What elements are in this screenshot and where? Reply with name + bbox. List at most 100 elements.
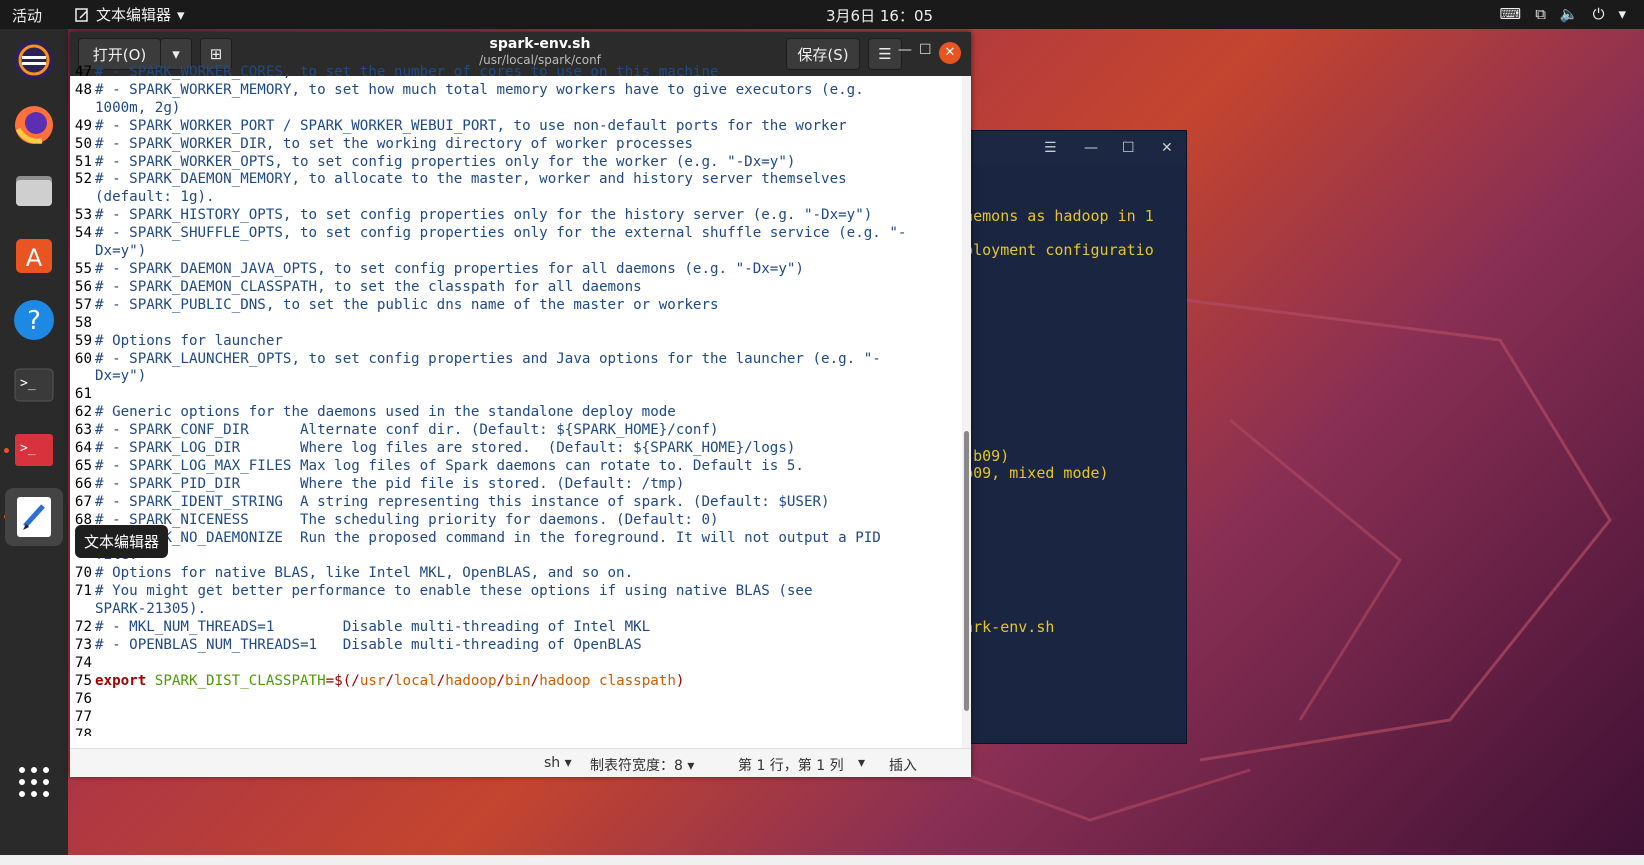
code-line: 68 # - SPARK_NICENESS The scheduling prio… xyxy=(70,512,960,530)
menu-icon[interactable]: ☰ xyxy=(1044,140,1057,156)
code-line-wrap: file. xyxy=(70,547,960,565)
line-number: 78 xyxy=(74,726,92,736)
code-line: 66 # - SPARK_PID_DIR Where the pid file i… xyxy=(70,476,960,494)
text-editor-window[interactable]: 打开(O) ▾ ⊞ spark-env.sh /usr/local/spark/… xyxy=(70,32,971,777)
code-line: 53 # - SPARK_HISTORY_OPTS, to set config … xyxy=(70,207,960,225)
path-separator: / xyxy=(351,672,360,689)
code-line: 65 # - SPARK_LOG_MAX_FILES Max log files … xyxy=(70,458,960,476)
cursor-position[interactable]: 第 1 行，第 1 列 xyxy=(738,755,844,775)
network-icon[interactable]: ⧉ xyxy=(1535,5,1546,23)
path-separator: / xyxy=(436,672,446,689)
line-text-continued: SPARK-21305). xyxy=(95,601,207,618)
code-editor[interactable]: 47 # - SPARK_WORKER_CORES, to set the num… xyxy=(70,64,960,736)
line-text: # - SPARK_SHUFFLE_OPTS, to set config pr… xyxy=(95,225,907,242)
line-number: 63 xyxy=(74,422,92,439)
minimize-icon[interactable]: — xyxy=(898,42,912,58)
line-text: # - SPARK_WORKER_DIR, to set the working… xyxy=(95,135,693,152)
line-text: # Options for launcher xyxy=(95,332,283,349)
code-line: 54 # - SPARK_SHUFFLE_OPTS, to set config … xyxy=(70,225,960,243)
line-number: 66 xyxy=(74,475,92,492)
code-line: 56 # - SPARK_DAEMON_CLASSPATH, to set the… xyxy=(70,279,960,297)
code-line: 57 # - SPARK_PUBLIC_DNS, to set the publi… xyxy=(70,297,960,315)
power-icon[interactable]: ⏻ xyxy=(1593,5,1605,23)
code-line: 62 # Generic options for the daemons used… xyxy=(70,404,960,422)
svg-text:>_: >_ xyxy=(20,376,36,391)
system-tray[interactable]: ⌨ ⧉ 🔈 ⏻ ▾ xyxy=(1500,5,1626,23)
line-text: # - SPARK_NICENESS The scheduling priori… xyxy=(95,511,719,528)
line-number: 53 xyxy=(74,207,92,224)
path-separator: / xyxy=(530,672,540,689)
close-icon[interactable]: ✕ xyxy=(1161,140,1173,156)
line-number: 50 xyxy=(74,135,92,152)
line-text: # - SPARK_PUBLIC_DNS, to set the public … xyxy=(95,296,719,313)
line-number: 76 xyxy=(74,690,92,707)
code-line: 75 export SPARK_DIST_CLASSPATH=$(/usr/loc… xyxy=(70,673,960,691)
line-number: 71 xyxy=(74,583,92,600)
code-line: 73 # - OPENBLAS_NUM_THREADS=1 Disable mul… xyxy=(70,637,960,655)
scrollbar-thumb[interactable] xyxy=(964,431,969,711)
line-text: # Generic options for the daemons used i… xyxy=(95,404,676,421)
chevron-down-icon[interactable]: ▾ xyxy=(858,755,865,771)
line-number: 65 xyxy=(74,457,92,474)
svg-text:A: A xyxy=(26,244,43,272)
code-line: 50 # - SPARK_WORKER_DIR, to set the worki… xyxy=(70,136,960,154)
activities-button[interactable]: 活动 xyxy=(12,5,42,26)
app-menu[interactable]: 文本编辑器 ▾ xyxy=(74,4,185,25)
maximize-icon[interactable]: ☐ xyxy=(1122,140,1135,156)
line-number: 60 xyxy=(74,350,92,367)
line-number: 75 xyxy=(74,672,92,689)
line-number: 51 xyxy=(74,153,92,170)
chevron-down-icon[interactable]: ▾ xyxy=(1618,5,1626,23)
line-text: # - SPARK_DAEMON_CLASSPATH, to set the c… xyxy=(95,278,642,295)
minimize-icon[interactable]: — xyxy=(1084,140,1098,156)
volume-icon[interactable]: 🔈 xyxy=(1560,5,1579,23)
line-number: 58 xyxy=(74,314,92,331)
line-number: 48 xyxy=(74,81,92,98)
svg-text:?: ? xyxy=(27,306,41,336)
maximize-icon[interactable]: ☐ xyxy=(919,42,932,58)
terminal-red-icon[interactable]: >_ xyxy=(12,428,56,472)
code-line: 74 xyxy=(70,655,960,673)
code-line: 52 # - SPARK_DAEMON_MEMORY, to allocate t… xyxy=(70,171,960,189)
firefox-icon[interactable] xyxy=(12,103,56,147)
text-editor-icon[interactable] xyxy=(5,488,63,546)
code-line: 48 # - SPARK_WORKER_MEMORY, to set how mu… xyxy=(70,82,960,100)
operator: =$( xyxy=(325,672,352,689)
apps-grid-icon[interactable] xyxy=(12,760,56,804)
insert-mode[interactable]: 插入 xyxy=(889,755,917,775)
files-icon[interactable] xyxy=(12,168,56,212)
keyboard-icon[interactable]: ⌨ xyxy=(1500,5,1522,23)
line-text: export SPARK_DIST_CLASSPATH=$(/usr/local… xyxy=(95,673,684,691)
path-segment: usr xyxy=(359,672,386,689)
path-separator: / xyxy=(385,672,394,689)
eclipse-icon[interactable] xyxy=(12,38,56,82)
code-line: 64 # - SPARK_LOG_DIR Where log files are … xyxy=(70,440,960,458)
line-number: 70 xyxy=(74,565,92,582)
help-icon[interactable]: ? xyxy=(12,298,56,342)
code-line: 58 xyxy=(70,315,960,333)
path-segment: hadoop classpath xyxy=(539,672,676,689)
line-number: 57 xyxy=(74,296,92,313)
language-selector[interactable]: sh ▾ xyxy=(544,755,572,771)
line-number: 64 xyxy=(74,440,92,457)
code-line-wrap: Dx=y") xyxy=(70,243,960,261)
line-number: 67 xyxy=(74,493,92,510)
clock[interactable]: 3月6日 16：05 xyxy=(826,5,933,26)
close-icon[interactable]: ✕ xyxy=(939,42,961,64)
code-line: 49 # - SPARK_WORKER_PORT / SPARK_WORKER_W… xyxy=(70,118,960,136)
software-icon[interactable]: A xyxy=(12,233,56,277)
vertical-scrollbar[interactable] xyxy=(962,76,971,748)
terminal-icon[interactable]: >_ xyxy=(12,363,56,407)
line-number: 52 xyxy=(74,171,92,188)
svg-text:>_: >_ xyxy=(20,441,36,456)
status-bar: sh ▾ 制表符宽度：8 ▾ 第 1 行，第 1 列 ▾ 插入 xyxy=(70,748,971,777)
code-line: 47 # - SPARK_WORKER_CORES, to set the num… xyxy=(70,64,960,82)
text-editor-small-icon xyxy=(75,7,88,22)
hamburger-icon: ☰ xyxy=(878,45,892,63)
line-number: 72 xyxy=(74,619,92,636)
tab-width-selector[interactable]: 制表符宽度：8 ▾ xyxy=(590,755,694,775)
line-text: # - SPARK_LAUNCHER_OPTS, to set config p… xyxy=(95,350,881,367)
new-document-icon: ⊞ xyxy=(209,45,223,63)
path-separator: / xyxy=(496,672,506,689)
